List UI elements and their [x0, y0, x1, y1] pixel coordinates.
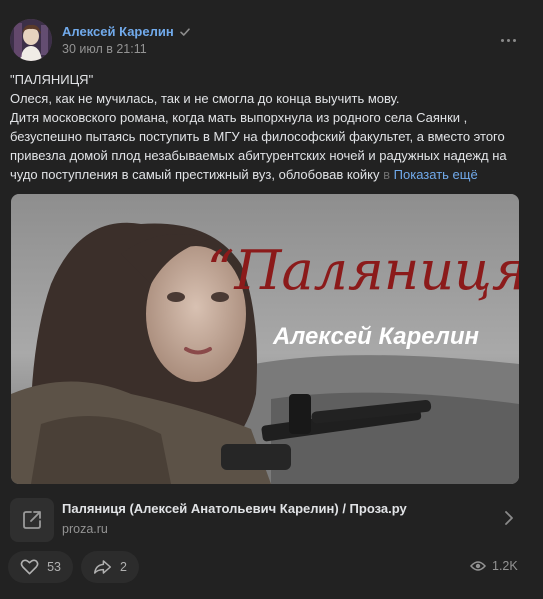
post-text-line: Олеся, как не мучилась, так и не смогла … — [10, 91, 400, 106]
author-name-label[interactable]: Алексей Карелин — [62, 24, 174, 39]
like-count: 53 — [47, 560, 61, 574]
post-text-line: безуспешно пытаясь поступить в МГУ на фи… — [10, 129, 505, 144]
post-actions: 53 2 1.2K — [0, 551, 543, 585]
author-name[interactable]: Алексей Карелин — [62, 24, 191, 39]
share-button[interactable]: 2 — [81, 551, 139, 583]
post-text-line: "ПАЛЯНИЦЯ" — [10, 72, 94, 87]
post-text-fade: в — [383, 167, 391, 182]
heart-icon — [20, 559, 39, 575]
link-attachment[interactable]: Паляниця (Алексей Анатольевич Карелин) /… — [0, 490, 543, 548]
post-date[interactable]: 30 июл в 21:11 — [62, 42, 147, 56]
post-text-line: привезла домой плод незабываемых абитуре… — [10, 148, 507, 163]
post-text: "ПАЛЯНИЦЯ" Олеся, как не мучилась, так и… — [10, 70, 525, 184]
post-text-line: чудо поступления в самый престижный вуз,… — [10, 167, 380, 182]
like-button[interactable]: 53 — [8, 551, 73, 583]
avatar[interactable] — [10, 19, 52, 61]
share-count: 2 — [120, 560, 127, 574]
share-icon — [93, 560, 112, 574]
show-more-link[interactable]: Показать ещё — [394, 167, 478, 182]
views-count: 1.2K — [492, 559, 518, 573]
image-author-text: Алексей Карелин — [272, 323, 479, 350]
image-title-text: “Паляниця” — [207, 239, 519, 302]
external-link-icon[interactable] — [10, 498, 54, 542]
verified-icon — [179, 27, 190, 36]
more-icon[interactable] — [497, 34, 519, 46]
link-title[interactable]: Паляниця (Алексей Анатольевич Карелин) /… — [62, 501, 407, 516]
link-domain: proza.ru — [62, 522, 108, 536]
eye-icon — [470, 561, 486, 571]
post-image[interactable]: “Паляниця” Алексей Карелин — [11, 194, 519, 484]
chevron-right-icon[interactable] — [502, 509, 516, 527]
post-card: Алексей Карелин 30 июл в 21:11 "ПАЛЯНИЦЯ… — [0, 0, 543, 599]
post-text-last-line: чудо поступления в самый престижный вуз,… — [10, 165, 525, 184]
views-counter: 1.2K — [470, 559, 518, 573]
post-text-line: Дитя московского романа, когда мать выпо… — [10, 110, 468, 125]
